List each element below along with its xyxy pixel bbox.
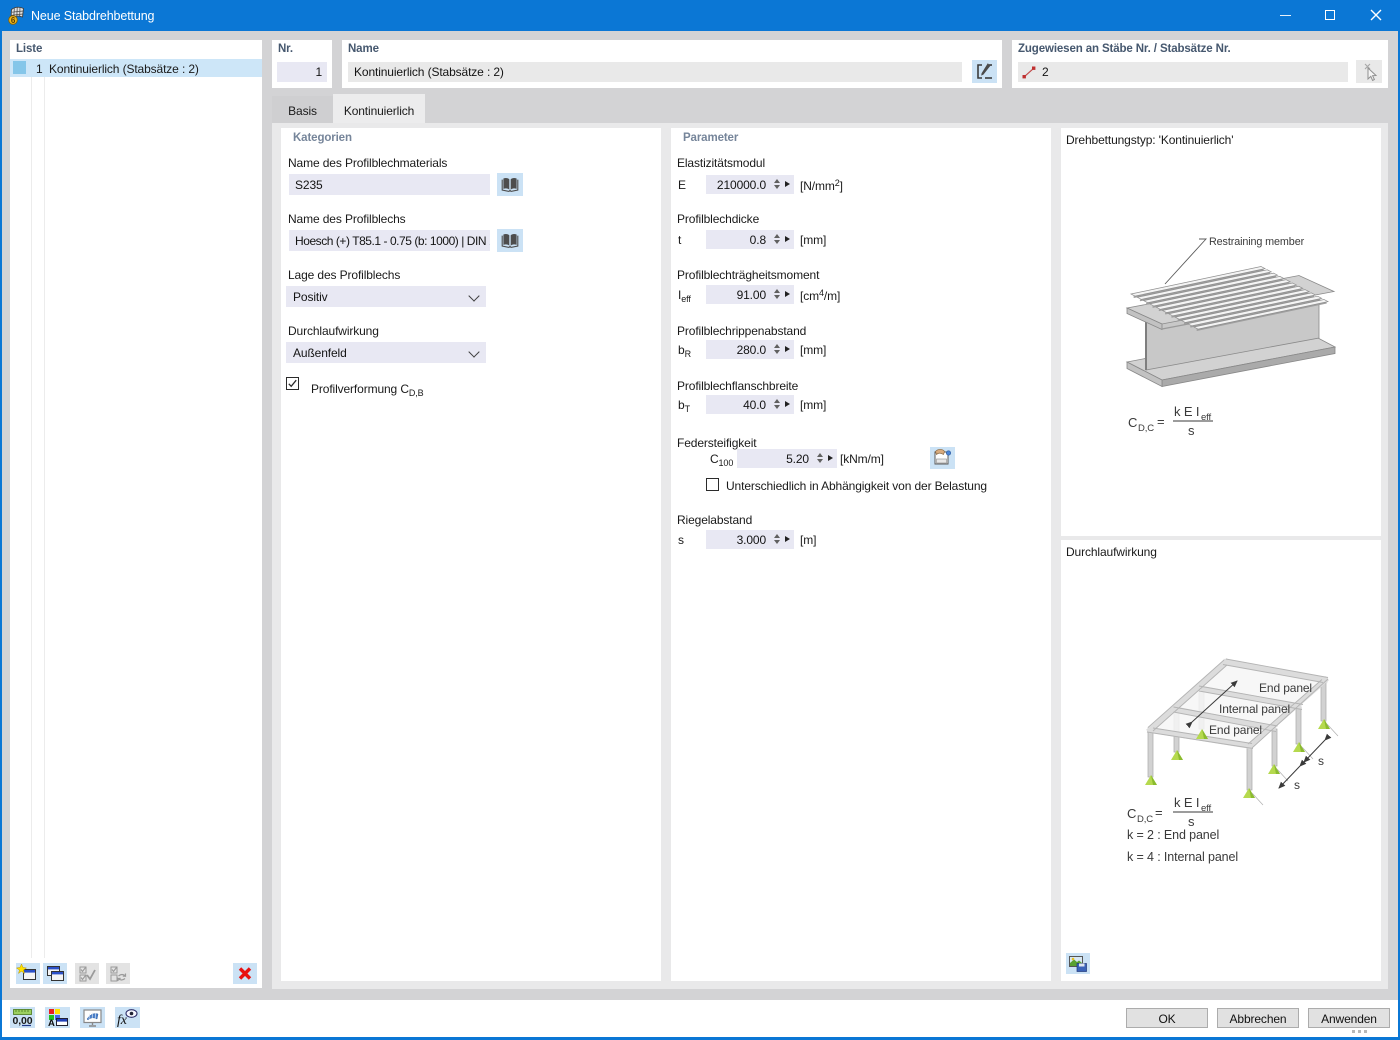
svg-text:k = 4 : Internal panel: k = 4 : Internal panel: [1127, 850, 1238, 864]
svg-text:s: s: [1294, 778, 1300, 792]
svg-text:D,C: D,C: [1138, 423, 1154, 434]
svg-text:k = 2 : End panel: k = 2 : End panel: [1127, 828, 1219, 842]
svg-text:Restraining member: Restraining member: [1209, 236, 1305, 248]
svg-text:s: s: [1188, 423, 1195, 438]
svg-text:6: 6: [11, 16, 16, 25]
svg-text:C: C: [1127, 806, 1136, 821]
svg-text:Internal panel: Internal panel: [1219, 702, 1290, 716]
svg-text:s: s: [1318, 754, 1324, 768]
svg-text:s: s: [1188, 814, 1195, 829]
svg-text:D,C: D,C: [1137, 814, 1153, 825]
svg-text:k E I: k E I: [1174, 795, 1199, 810]
svg-text:=: =: [1157, 414, 1164, 429]
svg-text:k E I: k E I: [1174, 404, 1199, 419]
svg-text:C: C: [1128, 415, 1137, 430]
svg-text:A: A: [48, 1018, 55, 1028]
svg-text:End panel: End panel: [1209, 723, 1262, 737]
svg-text:End panel: End panel: [1259, 681, 1312, 695]
svg-text:=: =: [1155, 805, 1162, 820]
